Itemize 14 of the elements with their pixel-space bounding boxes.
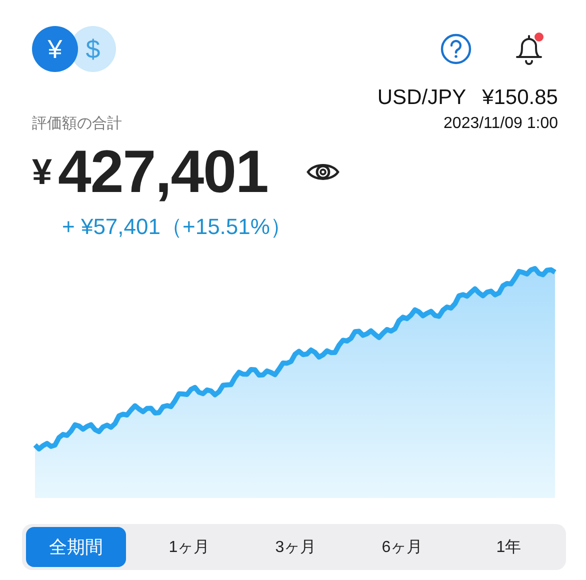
total-amount: 427,401 (58, 137, 268, 206)
currency-pair: USD/JPY (377, 86, 466, 110)
period-tab[interactable]: 1年 (456, 527, 562, 567)
period-tab[interactable]: 6ヶ月 (349, 527, 456, 567)
period-tab[interactable]: 3ヶ月 (242, 527, 349, 567)
period-tab[interactable]: 1ヶ月 (136, 527, 242, 567)
total-label: 評価額の合計 (32, 114, 122, 133)
rate-timestamp: 2023/11/09 1:00 (444, 115, 558, 133)
period-tab[interactable]: 全期間 (26, 527, 126, 567)
currency-button[interactable]: ¥ (32, 26, 78, 72)
exchange-rate: ¥150.85 (482, 86, 558, 110)
currency-symbol: ¥ (32, 150, 52, 192)
value-change: + ¥57,401（+15.51%） (61, 213, 293, 241)
help-icon[interactable] (440, 33, 472, 65)
